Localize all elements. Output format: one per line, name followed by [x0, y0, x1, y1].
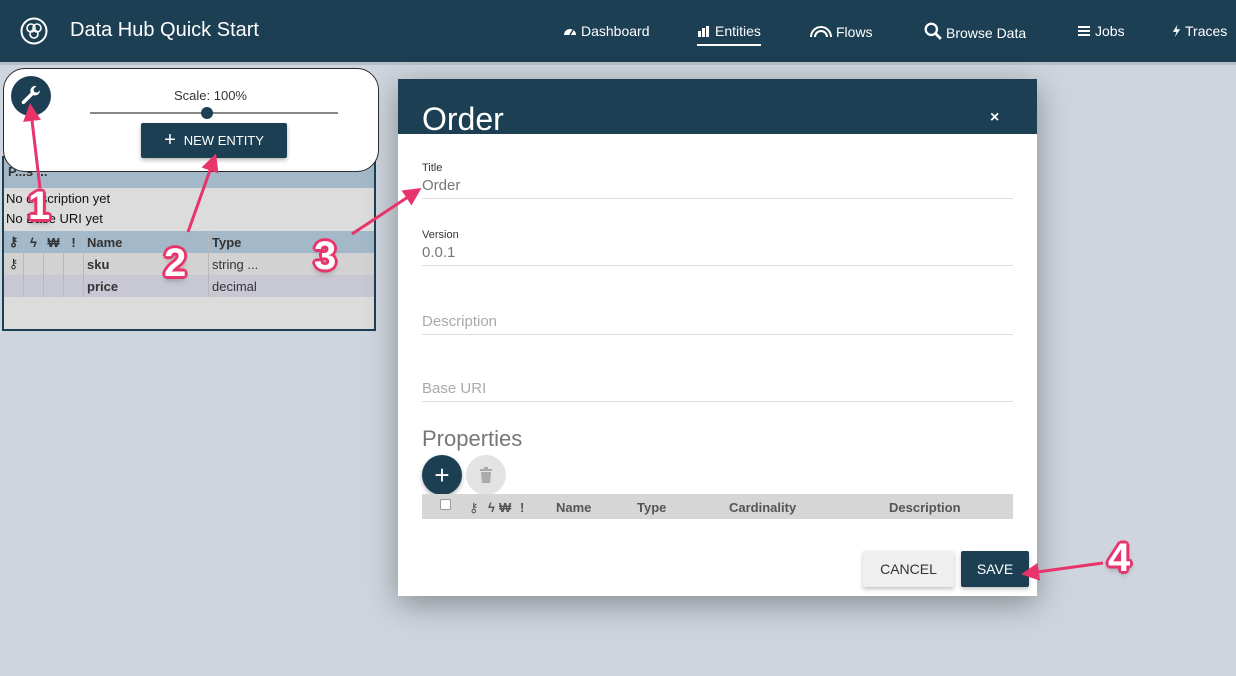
scale-label: Scale: 100% — [174, 88, 247, 103]
empty-cell — [24, 275, 44, 297]
column-header-name: Name — [556, 500, 592, 515]
scale-slider-track[interactable] — [90, 112, 338, 114]
key-icon: ⚷ — [469, 500, 479, 515]
description-field[interactable]: Description — [422, 313, 1013, 335]
entity-description: No description yet — [6, 191, 111, 206]
plus-icon: + — [164, 128, 176, 151]
version-label: Version — [422, 229, 459, 241]
empty-cell — [64, 275, 84, 297]
nav-browse-data[interactable]: Browse Data — [924, 21, 1026, 41]
nav-dashboard[interactable]: Dashboard — [563, 23, 650, 39]
property-name: price — [84, 275, 209, 297]
column-header-description: Description — [889, 500, 961, 515]
nav-jobs-label: Jobs — [1095, 23, 1125, 39]
save-button[interactable]: SAVE — [961, 551, 1029, 587]
flows-icon — [810, 26, 832, 38]
scale-slider-thumb[interactable] — [201, 107, 213, 119]
tools-button[interactable] — [11, 76, 51, 116]
properties-table-header: ⚷ ϟ ₩ ! Name Type Cardinality Descriptio… — [422, 494, 1013, 519]
entities-icon — [698, 26, 709, 37]
app-title: Data Hub Quick Start — [70, 19, 259, 41]
title-label: Title — [422, 162, 443, 174]
properties-heading: Properties — [422, 426, 523, 451]
jobs-icon — [1078, 26, 1090, 36]
dialog-header: Order × — [398, 79, 1037, 134]
dialog-title: Order — [422, 101, 504, 134]
base-uri-field[interactable]: Base URI — [422, 380, 1013, 402]
annotation-4: 4 — [1108, 536, 1131, 580]
range-index-icon: ₩ — [499, 500, 512, 515]
base-uri-input[interactable]: Base URI — [422, 380, 1013, 401]
range-index-icon: ₩ — [44, 231, 64, 253]
annotation-1: 1 — [28, 184, 51, 228]
add-property-button[interactable]: + — [422, 455, 462, 495]
version-input[interactable]: 0.0.1 — [422, 244, 1013, 265]
trash-icon — [480, 467, 492, 483]
empty-cell — [44, 275, 64, 297]
required-icon: ! — [64, 231, 84, 253]
entity-base-uri: No Base URI yet — [6, 211, 103, 226]
annotation-3: 3 — [314, 234, 337, 278]
tool-panel: Scale: 100% + NEW ENTITY — [3, 68, 379, 172]
new-entity-label: NEW ENTITY — [183, 133, 264, 148]
empty-cell — [44, 253, 64, 275]
title-field[interactable]: Title Order — [422, 162, 1013, 199]
property-type: decimal — [212, 278, 257, 294]
nav-browse-data-label: Browse Data — [946, 25, 1027, 41]
key-icon: ⚷ — [4, 231, 24, 253]
column-header-type: Type — [637, 500, 667, 515]
column-header-cardinality: Cardinality — [729, 500, 797, 515]
dashboard-icon — [564, 29, 576, 36]
description-input[interactable]: Description — [422, 313, 1013, 334]
nav-traces[interactable]: Traces — [1172, 23, 1227, 39]
lightning-icon: ϟ — [24, 231, 44, 253]
plus-icon: + — [434, 459, 450, 490]
arrow-4 — [1021, 561, 1104, 581]
nav-jobs[interactable]: Jobs — [1077, 23, 1125, 39]
empty-cell — [64, 253, 84, 275]
traces-icon — [1172, 24, 1181, 38]
required-icon: ! — [520, 500, 525, 515]
property-name: sku — [84, 253, 209, 275]
version-field[interactable]: Version 0.0.1 — [422, 229, 1013, 266]
title-input[interactable]: Order — [422, 177, 1013, 198]
nav-entities[interactable]: Entities — [697, 23, 761, 46]
new-entity-button[interactable]: + NEW ENTITY — [141, 123, 287, 158]
close-icon[interactable]: × — [990, 109, 999, 127]
entity-editor-dialog: Order × Title Order Version 0.0.1 Descri… — [398, 79, 1037, 596]
lightning-icon: ϟ — [488, 500, 495, 515]
wrench-icon — [21, 85, 40, 105]
nav-traces-label: Traces — [1185, 23, 1228, 39]
navbar-divider — [0, 62, 1236, 65]
empty-cell — [4, 275, 24, 297]
annotation-2: 2 — [164, 241, 187, 285]
logo-icon[interactable] — [20, 17, 48, 45]
nav-dashboard-label: Dashboard — [581, 23, 650, 39]
primary-key-icon: ⚷ — [4, 253, 24, 275]
empty-cell — [24, 253, 44, 275]
select-all-checkbox[interactable] — [440, 499, 451, 510]
delete-property-button[interactable] — [466, 455, 506, 495]
top-navbar: Data Hub Quick Start Dashboard Entities … — [0, 0, 1236, 62]
cancel-button[interactable]: CANCEL — [863, 551, 954, 587]
nav-flows-label: Flows — [836, 24, 873, 40]
table-row[interactable]: price decimal — [4, 275, 374, 297]
nav-entities-label: Entities — [715, 23, 761, 39]
nav-flows[interactable]: Flows — [810, 24, 873, 40]
column-header-name: Name — [84, 231, 209, 253]
search-icon — [924, 22, 942, 40]
